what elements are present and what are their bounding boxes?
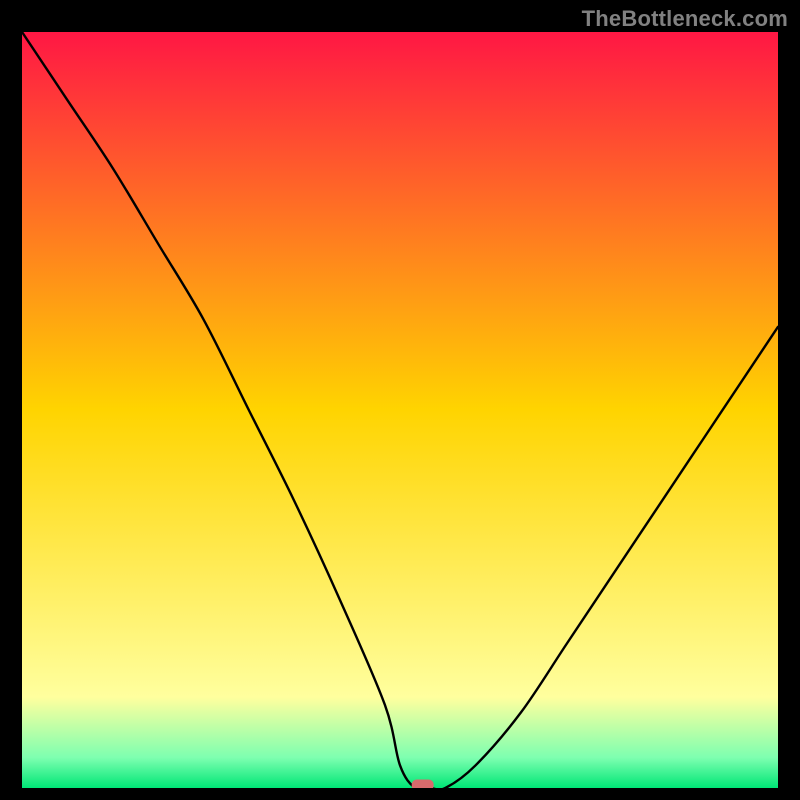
watermark-text: TheBottleneck.com [582,6,788,32]
gradient-background [22,32,778,788]
chart-frame: TheBottleneck.com [0,0,800,800]
bottleneck-chart [22,32,778,788]
optimal-marker [412,780,434,789]
